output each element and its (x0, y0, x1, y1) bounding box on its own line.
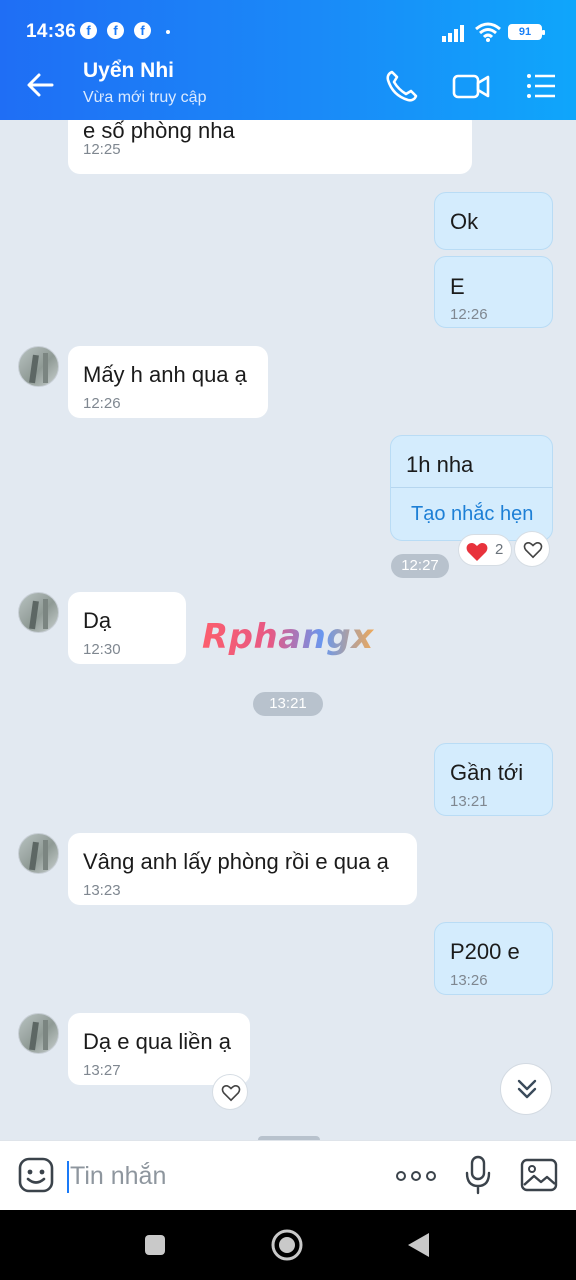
incoming-message[interactable]: e số phòng nha 12:25 (68, 120, 472, 174)
facebook-notification-icon: f (107, 22, 124, 39)
reaction-count: 2 (495, 541, 504, 558)
wifi-icon (475, 22, 501, 42)
recents-button-icon[interactable] (143, 1233, 167, 1257)
chevron-double-down-icon (517, 1079, 537, 1099)
phone-icon[interactable] (382, 66, 422, 106)
message-text: Dạ (83, 608, 112, 633)
avatar[interactable] (18, 592, 59, 633)
outgoing-message[interactable]: Ok (434, 192, 553, 250)
status-time: 14:36 (26, 21, 77, 42)
message-time: 13:26 (450, 972, 488, 989)
react-button[interactable] (212, 1074, 248, 1110)
message-time: 12:25 (83, 141, 121, 158)
outgoing-message[interactable]: E 12:26 (434, 256, 553, 328)
message-composer: Tin nhắn (0, 1140, 576, 1210)
avatar[interactable] (18, 833, 59, 874)
heart-icon (466, 543, 488, 561)
message-text: Vâng anh lấy phòng rồi e qua ạ (83, 849, 389, 874)
scroll-to-bottom-button[interactable] (500, 1063, 552, 1115)
avatar[interactable] (18, 1013, 59, 1054)
microphone-icon[interactable] (464, 1155, 492, 1195)
status-bar: 14:36 f f f 91 (0, 0, 576, 50)
facebook-notification-icon: f (80, 22, 97, 39)
text-cursor (67, 1161, 69, 1193)
incoming-message[interactable]: Dạ 12:30 (68, 592, 186, 664)
message-text: 1h nha (406, 452, 474, 477)
chat-header: Uyển Nhi Vừa mới truy cập (0, 50, 576, 120)
sticker-icon[interactable] (18, 1157, 54, 1193)
system-navigation-bar (0, 1210, 576, 1280)
notification-dot-icon (166, 30, 170, 34)
contact-name[interactable]: Uyển Nhi (83, 59, 174, 83)
more-dots-icon[interactable] (396, 1171, 436, 1181)
top-bar: 14:36 f f f 91 Uyển Nhi Vừa mới truy cập (0, 0, 576, 120)
message-text: Ok (450, 209, 479, 234)
back-button-icon[interactable] (405, 1231, 431, 1259)
cell-signal-icon (442, 25, 464, 42)
image-gallery-icon[interactable] (520, 1158, 558, 1192)
battery-indicator: 91 (508, 24, 545, 40)
react-button[interactable] (514, 531, 550, 567)
contact-last-seen: Vừa mới truy cập (83, 89, 207, 106)
watermark-logo: Rphangx (202, 617, 374, 657)
message-list[interactable]: e số phòng nha 12:25 Ok E 12:26 Mấy h an… (0, 120, 576, 1140)
outgoing-message-with-reminder[interactable]: 1h nha Tạo nhắc hẹn (390, 435, 553, 541)
back-arrow-icon[interactable] (22, 66, 60, 104)
message-text: Dạ e qua liền ạ (83, 1029, 231, 1054)
avatar[interactable] (18, 346, 59, 387)
message-text: P200 e (450, 939, 520, 964)
divider (391, 487, 552, 488)
menu-list-icon[interactable] (521, 66, 561, 106)
reaction-summary[interactable]: 2 (458, 534, 513, 566)
outgoing-message[interactable]: Gần tới 13:21 (434, 743, 553, 816)
message-time: 12:26 (83, 395, 121, 412)
message-time: 13:23 (83, 882, 121, 899)
incoming-message[interactable]: Mấy h anh qua ạ 12:26 (68, 346, 268, 418)
message-input[interactable]: Tin nhắn (70, 1162, 166, 1191)
message-text: Gần tới (450, 760, 524, 785)
heart-outline-icon (523, 541, 543, 559)
incoming-message[interactable]: Vâng anh lấy phòng rồi e qua ạ 13:23 (68, 833, 417, 905)
message-text: E (450, 274, 465, 299)
message-time: 12:30 (83, 641, 121, 658)
heart-outline-icon (221, 1084, 241, 1102)
facebook-notification-icon: f (134, 22, 151, 39)
message-time-badge: 12:27 (391, 554, 449, 578)
home-button-icon[interactable] (270, 1228, 304, 1262)
message-text: Mấy h anh qua ạ (83, 362, 247, 387)
video-call-icon[interactable] (451, 66, 491, 106)
message-time: 13:21 (450, 793, 488, 810)
message-time: 12:26 (450, 306, 488, 323)
outgoing-message[interactable]: P200 e 13:26 (434, 922, 553, 995)
message-time: 13:27 (83, 1062, 121, 1079)
time-separator: 13:21 (253, 692, 323, 716)
create-reminder-link[interactable]: Tạo nhắc hẹn (411, 503, 533, 526)
